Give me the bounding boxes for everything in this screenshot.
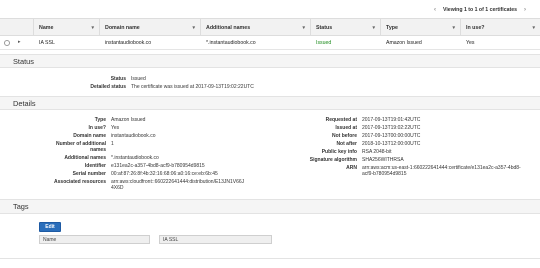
sort-icon[interactable]: ▾ — [91, 25, 94, 31]
column-header-type[interactable]: Type ▾ — [381, 19, 461, 36]
column-header-status[interactable]: Status ▾ — [311, 19, 381, 36]
detail-label-not-before: Not before — [332, 133, 357, 139]
column-header-label: Status — [316, 24, 333, 31]
section-title: Tags — [13, 202, 29, 211]
detail-value-in-use: Yes — [111, 125, 120, 131]
detail-value-not-before: 2017-09-13T00:00:00UTC — [362, 133, 421, 139]
detail-label-domain: Domain name — [73, 133, 106, 139]
row-select-radio[interactable] — [4, 40, 10, 46]
detail-label-in-use: In use? — [88, 125, 106, 131]
detail-value-additional-count: 1 — [111, 141, 114, 147]
detailed-status-label: Detailed status — [90, 84, 126, 90]
details-left-column: Type Amazon Issued In use? Yes Domain na… — [0, 117, 270, 197]
detail-label-serial: Serial number — [72, 171, 106, 177]
sort-icon[interactable]: ▾ — [532, 25, 535, 31]
detail-value-domain: instantaudiobook.co — [111, 133, 156, 139]
tag-key-field: Name — [39, 235, 150, 244]
column-header-label: Domain name — [105, 24, 140, 31]
sort-icon[interactable]: ▾ — [372, 25, 375, 31]
table-row[interactable]: ▸ IA SSL instantaudiobook.co *.instantau… — [0, 36, 540, 50]
detail-label-additional-names: Additional names — [64, 155, 106, 161]
cell-in-use: Yes — [466, 39, 475, 46]
pagination: ‹ Viewing 1 to 1 of 1 certificates › — [431, 5, 529, 15]
detail-label-signature: Signature algorithm — [309, 157, 357, 163]
status-section-header: Status — [0, 54, 540, 68]
detail-label-not-after: Not after — [336, 141, 357, 147]
detailed-status-value: The certificate was issued at 2017-09-13… — [131, 84, 254, 90]
column-header-label: Additional names — [206, 24, 251, 31]
edit-tags-button[interactable]: Edit — [39, 222, 61, 232]
status-value: Issued — [131, 76, 146, 82]
column-header-domain[interactable]: Domain name ▾ — [100, 19, 201, 36]
cell-status: Issued — [316, 39, 332, 46]
details-section-header: Details — [0, 96, 540, 110]
column-header-label: Name — [39, 24, 54, 31]
expand-arrow-icon[interactable]: ▸ — [18, 39, 21, 45]
detail-value-serial: 00:af:87:26:8f:4b:32:16:68:06:a0:16:ce:e… — [111, 171, 218, 177]
section-title: Details — [13, 98, 36, 108]
column-header-label: In use? — [466, 24, 485, 31]
sort-icon[interactable]: ▾ — [452, 25, 455, 31]
column-header-in-use[interactable]: In use? ▾ — [461, 19, 540, 36]
detail-label-resources: Associated resources — [54, 179, 106, 185]
detail-label-requested: Requested at — [325, 117, 357, 123]
detail-value-requested: 2017-09-13T19:01:42UTC — [362, 117, 421, 123]
section-title: Status — [13, 56, 34, 66]
tags-section-header: Tags — [0, 199, 540, 214]
table-header: Name ▾ Domain name ▾ Additional names ▾ … — [0, 18, 540, 36]
sort-icon[interactable]: ▾ — [302, 25, 305, 31]
detail-label-arn: ARN — [346, 165, 357, 171]
column-header-label: Type — [386, 24, 398, 31]
details-right-column: Requested at 2017-09-13T19:01:42UTC Issu… — [270, 117, 540, 197]
chevron-right-icon[interactable]: › — [521, 6, 529, 14]
detail-value-arn: arn:aws:acm:us-east-1:660222641444:certi… — [362, 165, 521, 178]
divider — [0, 258, 540, 259]
detail-label-type: Type — [94, 117, 106, 123]
detail-value-type: Amazon Issued — [111, 117, 146, 123]
column-header-name[interactable]: Name ▾ — [34, 19, 100, 36]
detail-value-signature: SHA256WITHRSA — [362, 157, 404, 163]
status-label: Status — [110, 76, 126, 82]
cell-name: IA SSL — [39, 39, 55, 46]
detail-value-not-after: 2018-10-13T12:00:00UTC — [362, 141, 421, 147]
detail-value-additional-names: *.instantaudiobook.co — [111, 155, 159, 161]
pagination-text: Viewing 1 to 1 of 1 certificates — [443, 7, 517, 13]
chevron-left-icon[interactable]: ‹ — [431, 6, 439, 14]
select-column-header — [0, 19, 34, 36]
status-details: Status Issued Detailed status The certif… — [0, 76, 540, 92]
cell-domain: instantaudiobook.co — [105, 39, 152, 46]
detail-label-issued: Issued at — [335, 125, 357, 131]
detail-value-issued: 2017-09-13T19:02:22UTC — [362, 125, 421, 131]
cell-additional-names: *.instantaudiobook.co — [206, 39, 256, 46]
detail-label-identifier: Identifier — [84, 163, 106, 169]
detail-value-identifier: e131ea2c-a357-4bd8-acf9-b780954d9815 — [111, 163, 205, 169]
tag-value-field: IA SSL — [159, 235, 272, 244]
sort-icon[interactable]: ▾ — [192, 25, 195, 31]
cell-type: Amazon Issued — [386, 39, 422, 46]
column-header-additional[interactable]: Additional names ▾ — [201, 19, 311, 36]
detail-value-public-key: RSA 2048-bit — [362, 149, 392, 155]
detail-label-additional-count: Number of additional names — [56, 141, 106, 154]
detail-value-resources[interactable]: arn:aws:cloudfront::660222641444:distrib… — [111, 179, 245, 192]
detail-label-public-key: Public key info — [321, 149, 357, 155]
